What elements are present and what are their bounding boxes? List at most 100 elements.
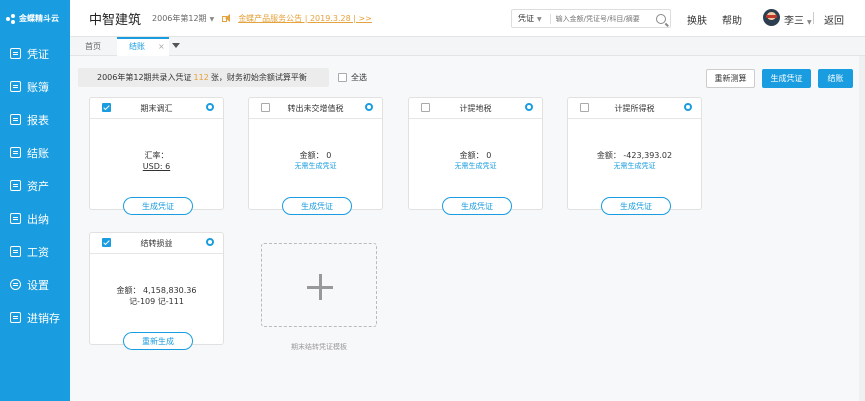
cashier-icon — [10, 213, 21, 224]
caret-down-icon: ▼ — [537, 16, 542, 23]
regenerate-button[interactable]: 重新生成 — [123, 332, 193, 350]
tab-home[interactable]: 首页 — [85, 37, 101, 56]
gear-icon[interactable] — [206, 238, 214, 246]
card-line: 金额： 0 — [299, 151, 332, 160]
card-body: 金额： -423,393.02 无需生成凭证 — [568, 119, 701, 172]
close-period-button[interactable]: 结账 — [818, 69, 853, 88]
logo[interactable]: 金蝶精斗云 — [0, 0, 70, 37]
skin-button[interactable]: 换肤 — [687, 12, 707, 27]
sidebar-item-label: 设置 — [27, 278, 49, 292]
generate-voucher-button[interactable]: 生成凭证 — [601, 197, 671, 215]
search-type-selector[interactable]: 凭证 ▼ — [512, 13, 545, 24]
card-checkbox[interactable] — [421, 103, 430, 112]
back-button[interactable]: 返回 — [824, 12, 844, 27]
card-checkbox[interactable] — [102, 238, 111, 247]
top-header: 中智建筑 2006年第12期 ▼ 金蝶产品服务公告 | 2019.3.28 | >… — [70, 0, 865, 37]
speaker-icon — [222, 14, 232, 22]
help-button[interactable]: 帮助 — [722, 12, 742, 27]
tab-closing[interactable]: 结账 × — [117, 37, 169, 56]
no-voucher-link[interactable]: 无需生成凭证 — [409, 161, 542, 172]
summary-suffix: 张，财务初始余额试算平衡 — [210, 73, 307, 82]
voucher-count: 112 — [193, 73, 209, 82]
add-template-card[interactable] — [261, 243, 377, 327]
sidebar-item-label: 账簿 — [27, 80, 49, 94]
search-box: 凭证 ▼ — [511, 9, 671, 28]
sidebar-item-inventory[interactable]: 进销存 — [0, 301, 70, 334]
avatar[interactable] — [763, 9, 780, 26]
caret-down-icon: ▼ — [807, 19, 812, 26]
no-voucher-link[interactable]: 无需生成凭证 — [249, 161, 382, 172]
card-income-tax: 计提所得税 金额： -423,393.02 无需生成凭证 生成凭证 — [567, 97, 702, 215]
close-icon[interactable]: × — [158, 42, 165, 51]
sidebar-item-label: 进销存 — [27, 311, 60, 325]
search-icon[interactable] — [655, 13, 666, 24]
card-profit-loss: 结转损益 金额： 4,158,830.36 记-109 记-111 重新生成 — [89, 232, 224, 350]
add-template-caption: 期末结转凭证模板 — [291, 343, 347, 351]
sidebar-item-label: 结账 — [27, 146, 49, 160]
card-line: 金额： 4,158,830.36 — [116, 286, 197, 295]
card-header: 转出未交增值税 — [249, 98, 382, 119]
gear-icon[interactable] — [525, 103, 533, 111]
card-body: 金额： 0 无需生成凭证 — [409, 119, 542, 172]
user-name: 李三 — [784, 16, 804, 27]
sidebar-item-ledger[interactable]: 账簿 — [0, 70, 70, 103]
sidebar-item-closing[interactable]: 结账 — [0, 136, 70, 169]
select-all-label: 全选 — [351, 73, 367, 82]
company-name[interactable]: 中智建筑 — [89, 9, 141, 28]
scrollbar[interactable] — [859, 56, 865, 401]
card-checkbox[interactable] — [261, 103, 270, 112]
logo-icon — [6, 13, 16, 24]
search-type-label: 凭证 — [518, 14, 534, 23]
generate-voucher-button[interactable]: 生成凭证 — [282, 197, 352, 215]
sidebar-item-report[interactable]: 报表 — [0, 103, 70, 136]
card-header: 结转损益 — [90, 233, 223, 254]
gear-icon[interactable] — [365, 103, 373, 111]
card-body: 汇率： USD: 6 — [90, 119, 223, 172]
salary-icon — [10, 246, 21, 257]
sidebar-item-voucher[interactable]: 凭证 — [0, 37, 70, 70]
ledger-icon — [10, 81, 21, 92]
divider — [549, 13, 551, 24]
generate-voucher-button[interactable]: 生成凭证 — [123, 197, 193, 215]
card-checkbox[interactable] — [580, 103, 589, 112]
gear-icon[interactable] — [206, 103, 214, 111]
sidebar-item-settings[interactable]: 设置 — [0, 268, 70, 301]
generate-voucher-button[interactable]: 生成凭证 — [442, 197, 512, 215]
sidebar: 金蝶精斗云 凭证 账簿 报表 结账 资产 出纳 工资 设置 进销存 — [0, 0, 70, 401]
main-content: 2006年第12期共录入凭证 112 张，财务初始余额试算平衡 全选 重新测算 生成… — [70, 56, 865, 401]
card-line[interactable]: 记-109 记-111 — [90, 296, 223, 307]
no-voucher-link[interactable]: 无需生成凭证 — [568, 161, 701, 172]
inventory-icon — [10, 312, 21, 323]
sidebar-item-cashier[interactable]: 出纳 — [0, 202, 70, 235]
card-exchange-adjust: 期末调汇 汇率： USD: 6 生成凭证 — [89, 97, 224, 215]
notice-link[interactable]: 金蝶产品服务公告 | 2019.3.28 | >> — [222, 13, 372, 24]
report-icon — [10, 114, 21, 125]
sidebar-item-asset[interactable]: 资产 — [0, 169, 70, 202]
card-line: USD: 6 — [142, 162, 171, 171]
sidebar-item-label: 凭证 — [27, 47, 49, 61]
recalc-button[interactable]: 重新测算 — [706, 69, 755, 88]
checkbox-icon — [338, 73, 347, 82]
card-header: 计提所得税 — [568, 98, 701, 119]
sidebar-item-salary[interactable]: 工资 — [0, 235, 70, 268]
user-menu[interactable]: 李三 ▼ — [784, 12, 812, 27]
search-input[interactable] — [555, 14, 654, 23]
card-body: 金额： 4,158,830.36 记-109 记-111 — [90, 254, 223, 307]
sidebar-item-label: 资产 — [27, 179, 49, 193]
tab-bar: 首页 结账 × — [70, 37, 865, 56]
card-line: 汇率： — [144, 151, 169, 160]
tab-dropdown-icon[interactable] — [172, 43, 180, 48]
card-line: 金额： -423,393.02 — [596, 151, 673, 160]
card-header: 期末调汇 — [90, 98, 223, 119]
generate-voucher-button[interactable]: 生成凭证 — [762, 69, 811, 88]
plus-icon — [307, 274, 333, 300]
gear-icon — [10, 279, 21, 290]
notice-text: 金蝶产品服务公告 | 2019.3.28 | >> — [238, 13, 372, 23]
card-unpaid-vat: 转出未交增值税 金额： 0 无需生成凭证 生成凭证 — [248, 97, 383, 215]
voucher-icon — [10, 48, 21, 59]
card-checkbox[interactable] — [102, 103, 111, 112]
tab-label: 结账 — [129, 42, 145, 51]
select-all-checkbox[interactable]: 全选 — [338, 72, 367, 83]
gear-icon[interactable] — [684, 103, 692, 111]
period-selector[interactable]: 2006年第12期 ▼ — [152, 13, 214, 24]
